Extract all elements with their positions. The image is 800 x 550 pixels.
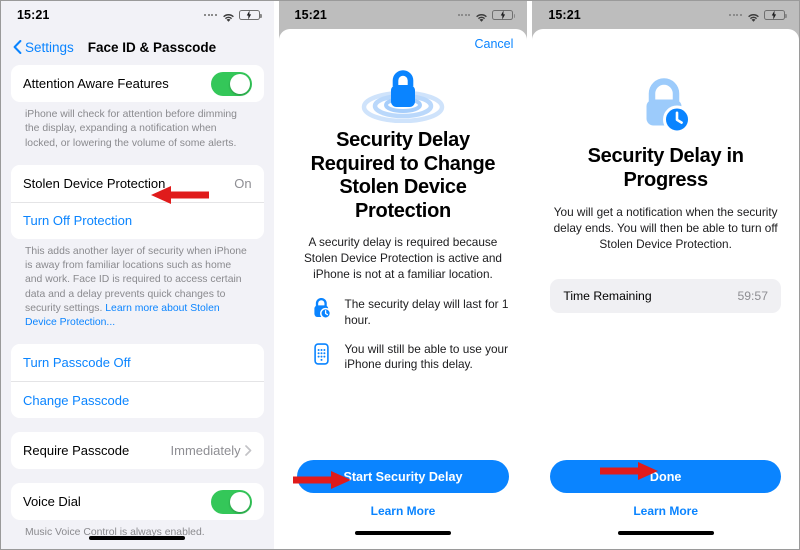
bullet-text: The security delay will last for 1 hour. xyxy=(344,297,509,327)
time-remaining-row: Time Remaining 59:57 xyxy=(550,278,781,313)
cancel-button[interactable]: Cancel xyxy=(474,37,513,51)
voice-dial-toggle[interactable] xyxy=(210,489,252,514)
row-label: Turn Passcode Off xyxy=(23,355,131,371)
row-turn-off-protection[interactable]: Turn Off Protection xyxy=(11,201,264,239)
iphone-keypad-icon xyxy=(311,342,333,365)
settings-list[interactable]: Attention Aware Features iPhone will che… xyxy=(1,65,274,549)
bullet-text: You will still be able to use your iPhon… xyxy=(344,341,509,372)
sheet-subtitle: You will get a notification when the sec… xyxy=(553,205,778,252)
stolen-device-footnote: This adds another layer of security when… xyxy=(11,239,264,331)
back-button[interactable]: Settings xyxy=(13,40,74,55)
chevron-right-icon xyxy=(244,445,251,457)
row-label: Turn Off Protection xyxy=(23,213,133,229)
done-button[interactable]: Done xyxy=(550,460,781,493)
phone-panel-security-delay-required: 15:21 Cancel Security Delay Required to … xyxy=(278,1,528,549)
lock-clock-badge-icon xyxy=(630,77,702,137)
row-value-wrap: Immediately xyxy=(171,443,252,458)
passcode-group: Turn Passcode Off Change Passcode xyxy=(11,344,264,419)
sheet-footer: Done Learn More xyxy=(532,460,799,549)
lock-ripple-icon xyxy=(358,61,448,123)
bullet-item: The security delay will last for 1 hour. xyxy=(311,297,510,328)
attention-footnote: iPhone will check for attention before d… xyxy=(25,109,237,149)
bullet-item: You will still be able to use your iPhon… xyxy=(311,342,510,373)
settings-screen: 15:21 Settings Face ID & Passcode Attent… xyxy=(1,1,274,549)
sheet-top-bar xyxy=(532,29,799,59)
row-require-passcode[interactable]: Require Passcode Immediately xyxy=(11,432,264,470)
phone-panel-security-delay-in-progress: 15:21 Security Delay in Progress You wil… xyxy=(532,1,799,549)
home-indicator xyxy=(617,531,714,535)
voice-dial-group: Voice Dial xyxy=(11,483,264,521)
row-attention-aware-features[interactable]: Attention Aware Features xyxy=(11,65,264,102)
home-indicator xyxy=(89,536,186,540)
status-bar: 15:21 xyxy=(532,1,799,29)
sheet-screen-3: 15:21 Security Delay in Progress You wil… xyxy=(532,1,799,549)
red-arrow-left-turn-off-protection xyxy=(151,186,209,204)
security-delay-progress-sheet: Security Delay in Progress You will get … xyxy=(532,29,799,549)
sheet-subtitle: A security delay is required because Sto… xyxy=(303,235,502,282)
red-arrow-right-start-security-delay xyxy=(292,471,351,489)
row-change-passcode[interactable]: Change Passcode xyxy=(11,381,264,419)
sheet-body: Security Delay in Progress You will get … xyxy=(532,59,799,460)
red-arrow-right-done xyxy=(600,462,659,480)
sheet-body: Security Delay Required to Change Stolen… xyxy=(279,59,528,460)
signal-dots-icon xyxy=(457,14,471,16)
wifi-icon xyxy=(475,10,488,22)
battery-charging-icon xyxy=(492,9,516,21)
allow-access-section-header: ALLOW ACCESS WHEN LOCKED: xyxy=(11,541,264,550)
stolen-device-group: Stolen Device Protection On Turn Off Pro… xyxy=(11,164,264,239)
attention-toggle[interactable] xyxy=(210,71,252,96)
row-stolen-device-protection[interactable]: Stolen Device Protection On xyxy=(11,164,264,202)
row-label: Require Passcode xyxy=(23,443,130,459)
sheet-top-bar: Cancel xyxy=(279,29,528,59)
status-bar: 15:21 xyxy=(279,1,528,29)
status-bar: 15:21 xyxy=(1,1,274,29)
time-remaining-value: 59:57 xyxy=(737,288,768,303)
chevron-left-icon xyxy=(13,40,22,54)
row-value: On xyxy=(234,175,252,191)
row-label: Stolen Device Protection xyxy=(23,175,166,191)
time-remaining-label: Time Remaining xyxy=(563,288,652,303)
status-bar-time: 15:21 xyxy=(17,8,50,22)
navigation-bar: Settings Face ID & Passcode xyxy=(1,29,274,65)
signal-dots-icon xyxy=(204,14,217,16)
lock-clock-icon xyxy=(311,297,333,320)
learn-more-link[interactable]: Learn More xyxy=(297,504,510,518)
row-label: Change Passcode xyxy=(23,392,130,408)
row-turn-passcode-off[interactable]: Turn Passcode Off xyxy=(11,344,264,382)
status-bar-icons xyxy=(729,9,787,22)
status-bar-time: 15:21 xyxy=(548,8,581,22)
status-bar-icons xyxy=(457,9,516,22)
row-label: Voice Dial xyxy=(23,494,81,510)
wifi-icon xyxy=(747,10,760,22)
page-title: Face ID & Passcode xyxy=(87,39,217,55)
sheet-title: Security Delay Required to Change Stolen… xyxy=(310,129,496,222)
wifi-icon xyxy=(222,10,235,22)
home-indicator xyxy=(354,531,451,535)
row-voice-dial[interactable]: Voice Dial xyxy=(11,483,264,521)
row-label: Attention Aware Features xyxy=(23,76,169,91)
row-value: Immediately xyxy=(170,443,241,459)
sheet-title: Security Delay in Progress xyxy=(587,145,744,191)
require-passcode-group: Require Passcode Immediately xyxy=(11,432,264,470)
bullet-list: The security delay will last for 1 hour. xyxy=(297,297,510,373)
screenshot-root: 15:21 Settings Face ID & Passcode Attent… xyxy=(0,0,800,550)
battery-charging-icon xyxy=(238,9,262,21)
attention-group: Attention Aware Features xyxy=(11,65,264,102)
learn-more-link[interactable]: Learn More xyxy=(550,504,781,518)
signal-dots-icon xyxy=(729,14,742,16)
status-bar-time: 15:21 xyxy=(294,8,327,22)
back-button-label: Settings xyxy=(25,39,74,55)
battery-charging-icon xyxy=(763,9,787,21)
status-bar-icons xyxy=(204,9,262,22)
phone-panel-settings: 15:21 Settings Face ID & Passcode Attent… xyxy=(1,1,274,549)
